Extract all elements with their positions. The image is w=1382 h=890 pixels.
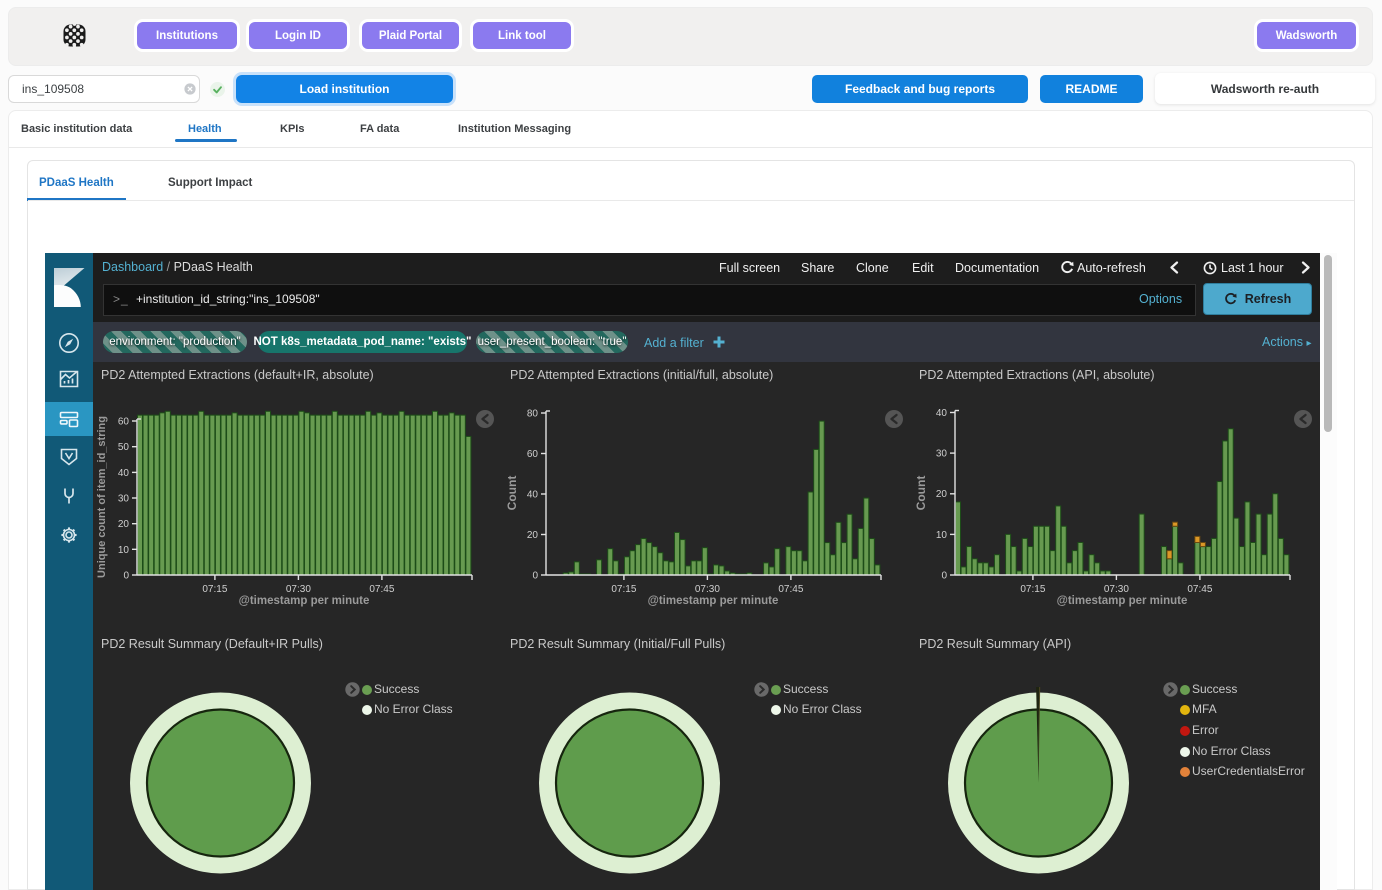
svg-text:07:15: 07:15 bbox=[611, 584, 636, 595]
svg-text:Count: Count bbox=[505, 476, 519, 511]
svg-text:07:15: 07:15 bbox=[202, 584, 227, 595]
svg-text:07:15: 07:15 bbox=[1020, 584, 1045, 595]
svg-text:0: 0 bbox=[941, 571, 947, 582]
svg-text:07:45: 07:45 bbox=[778, 584, 803, 595]
svg-text:10: 10 bbox=[936, 530, 948, 541]
svg-text:07:30: 07:30 bbox=[695, 584, 720, 595]
svg-text:40: 40 bbox=[118, 468, 130, 479]
svg-text:20: 20 bbox=[936, 489, 948, 500]
svg-text:10: 10 bbox=[118, 545, 130, 556]
svg-text:20: 20 bbox=[527, 530, 539, 541]
svg-text:40: 40 bbox=[527, 490, 539, 501]
svg-text:@timestamp per minute: @timestamp per minute bbox=[239, 595, 370, 607]
svg-text:@timestamp per minute: @timestamp per minute bbox=[1057, 595, 1188, 607]
svg-text:@timestamp per minute: @timestamp per minute bbox=[648, 595, 779, 607]
svg-text:30: 30 bbox=[118, 494, 130, 505]
svg-text:30: 30 bbox=[936, 449, 948, 460]
svg-text:Unique count of item_id_string: Unique count of item_id_string bbox=[96, 416, 108, 578]
svg-text:0: 0 bbox=[123, 571, 129, 582]
svg-text:40: 40 bbox=[936, 408, 948, 419]
svg-text:80: 80 bbox=[527, 409, 539, 420]
svg-text:60: 60 bbox=[118, 417, 130, 428]
svg-text:07:30: 07:30 bbox=[286, 584, 311, 595]
svg-text:50: 50 bbox=[118, 442, 130, 453]
svg-text:Count: Count bbox=[914, 476, 928, 511]
svg-text:60: 60 bbox=[527, 449, 539, 460]
svg-text:07:45: 07:45 bbox=[369, 584, 394, 595]
svg-text:07:45: 07:45 bbox=[1187, 584, 1212, 595]
svg-text:07:30: 07:30 bbox=[1104, 584, 1129, 595]
svg-text:20: 20 bbox=[118, 519, 130, 530]
svg-text:0: 0 bbox=[532, 571, 538, 582]
